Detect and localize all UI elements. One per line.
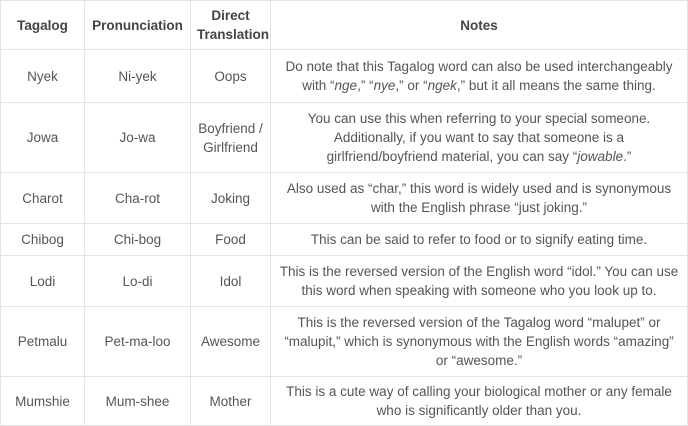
cell-pronunciation: Ni-yek xyxy=(84,49,191,103)
notes-text: This is the reversed version of the Engl… xyxy=(279,264,679,298)
cell-pronunciation: Pet-ma-loo xyxy=(84,306,191,377)
notes-text: ,” or “ xyxy=(395,78,428,93)
cell-translation: Boyfriend / Girlfriend xyxy=(190,102,271,173)
cell-pronunciation: Cha-rot xyxy=(84,172,191,224)
notes-text: Also used as “char,” this word is widely… xyxy=(286,181,672,215)
cell-notes: This is a cute way of calling your biolo… xyxy=(270,376,688,426)
cell-pronunciation: Mum-shee xyxy=(84,376,191,426)
cell-notes: This can be said to refer to food or to … xyxy=(270,223,688,256)
notes-italic-term: jowable xyxy=(577,149,624,164)
table-row: Jowa Jo-wa Boyfriend / Girlfriend You can u… xyxy=(0,102,688,173)
cell-tagalog: Nyek xyxy=(0,49,85,103)
notes-italic-term: ngek xyxy=(427,78,457,93)
notes-text: .” xyxy=(623,149,632,164)
table-row: Lodi Lo-di Idol This is the reversed versio… xyxy=(0,255,688,307)
table-row: Charot Cha-rot Joking Also used as “char,” … xyxy=(0,172,688,224)
notes-text: This is the reversed version of the Taga… xyxy=(284,315,674,368)
cell-translation: Food xyxy=(190,223,271,256)
notes-italic-term: nge xyxy=(334,78,358,93)
cell-notes: This is the reversed version of the Engl… xyxy=(270,255,688,307)
cell-tagalog: Charot xyxy=(0,172,85,224)
header-direct-translation: Direct Translation xyxy=(190,0,271,50)
cell-pronunciation: Jo-wa xyxy=(84,102,191,173)
cell-tagalog: Jowa xyxy=(0,102,85,173)
cell-notes: This is the reversed version of the Taga… xyxy=(270,306,688,377)
notes-italic-term: nye xyxy=(373,78,396,93)
notes-text: ,” “ xyxy=(357,78,374,93)
header-direct-translation-label: Direct Translation xyxy=(197,8,270,42)
cell-tagalog: Lodi xyxy=(0,255,85,307)
cell-translation: Joking xyxy=(190,172,271,224)
cell-notes: You can use this when referring to your … xyxy=(270,102,688,173)
cell-translation: Awesome xyxy=(190,306,271,377)
cell-notes: Do note that this Tagalog word can also … xyxy=(270,49,688,103)
table-row: Chibog Chi-bog Food This can be said to ref… xyxy=(0,223,688,256)
notes-text: This can be said to refer to food or to … xyxy=(310,232,648,247)
header-tagalog: Tagalog xyxy=(0,0,85,50)
notes-text: ,” but it all means the same thing. xyxy=(456,78,656,93)
cell-tagalog: Chibog xyxy=(0,223,85,256)
header-pronunciation: Pronunciation xyxy=(84,0,191,50)
table-row: Nyek Ni-yek Oops Do note that this Tagalog … xyxy=(0,49,688,103)
cell-notes: Also used as “char,” this word is widely… xyxy=(270,172,688,224)
notes-text: This is a cute way of calling your biolo… xyxy=(286,384,672,418)
cell-tagalog: Mumshie xyxy=(0,376,85,426)
cell-translation: Oops xyxy=(190,49,271,103)
slang-table: Tagalog Pronunciation Direct Translation … xyxy=(0,0,688,426)
cell-translation: Idol xyxy=(190,255,271,307)
table-row: Petmalu Pet-ma-loo Awesome This is the reve… xyxy=(0,306,688,377)
header-row: Tagalog Pronunciation Direct Translation … xyxy=(0,0,688,50)
cell-pronunciation: Lo-di xyxy=(84,255,191,307)
cell-tagalog: Petmalu xyxy=(0,306,85,377)
cell-pronunciation: Chi-bog xyxy=(84,223,191,256)
header-notes: Notes xyxy=(270,0,688,50)
table-row: Mumshie Mum-shee Mother This is a cute way … xyxy=(0,376,688,426)
cell-translation: Mother xyxy=(190,376,271,426)
table-body: Nyek Ni-yek Oops Do note that this Tagalog … xyxy=(0,49,688,426)
